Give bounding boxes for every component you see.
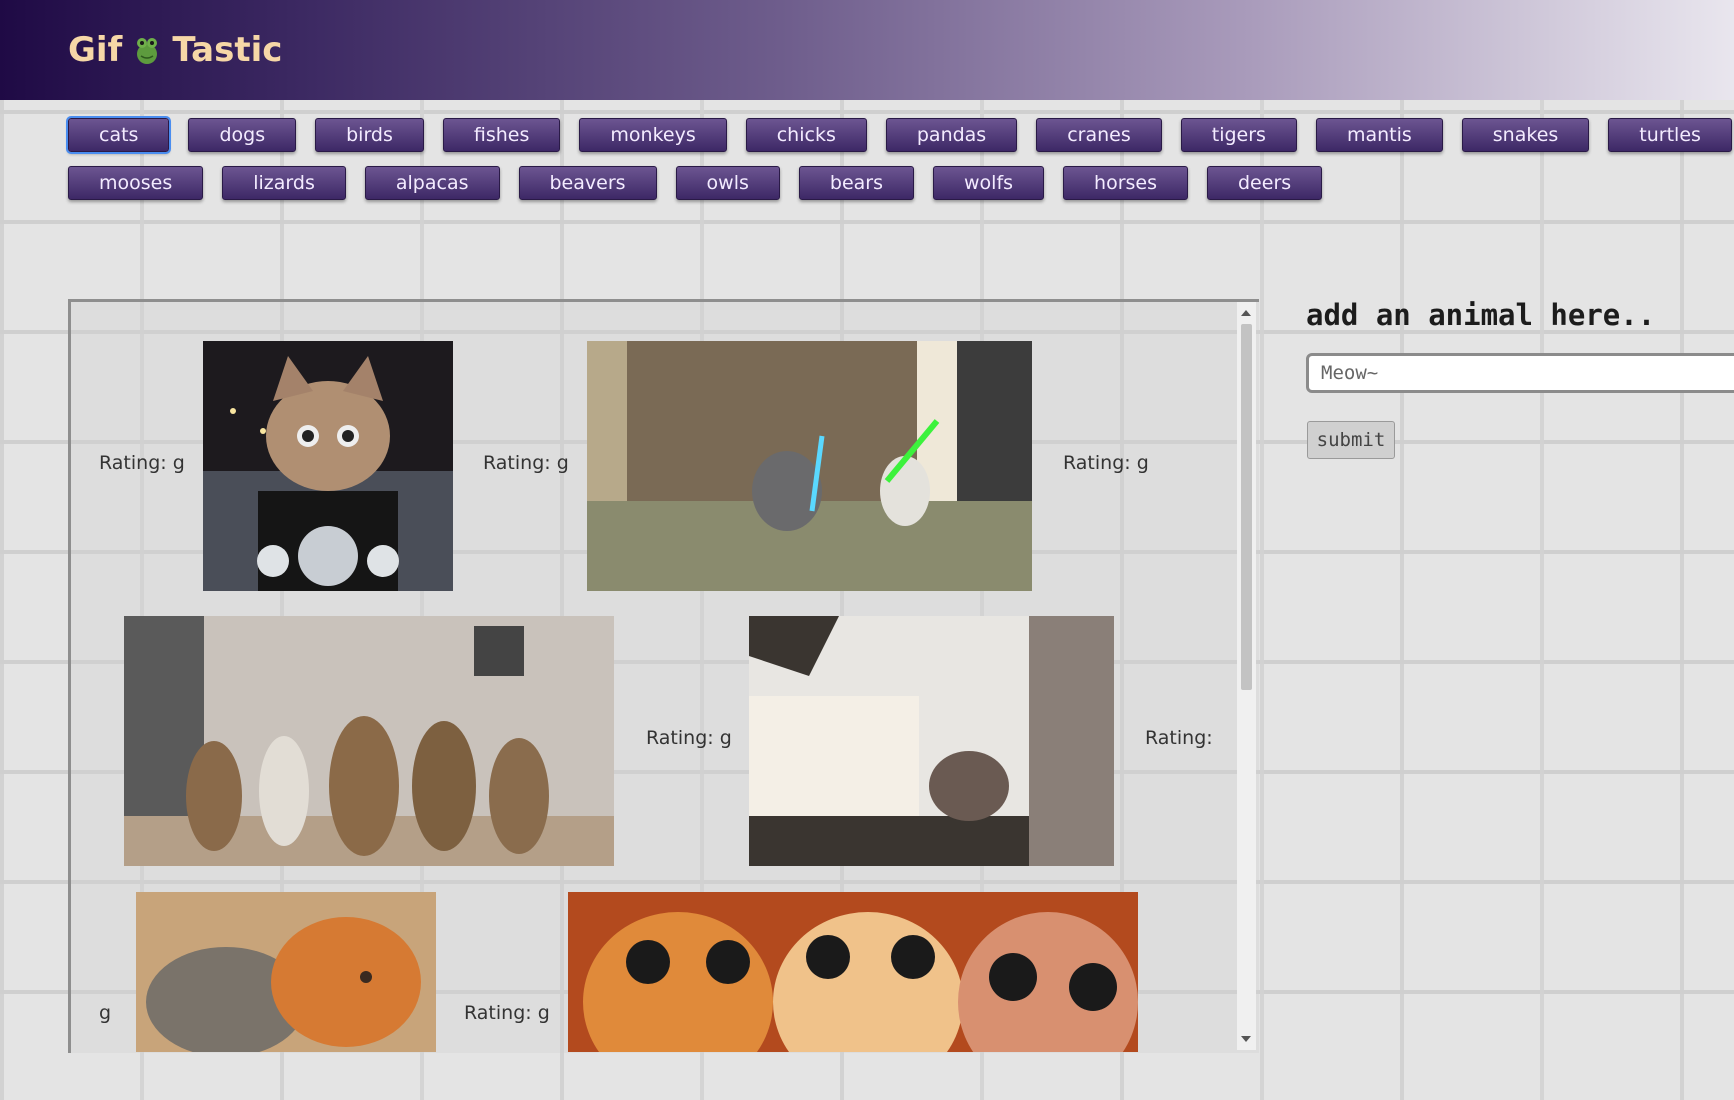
animal-button-snakes[interactable]: snakes	[1461, 118, 1590, 152]
animal-button-chicks[interactable]: chicks	[745, 118, 867, 152]
animal-button-horses[interactable]: horses	[1063, 166, 1188, 200]
animal-button-bears[interactable]: bears	[798, 166, 914, 200]
gif-image	[203, 341, 453, 591]
gif-rating: g	[99, 1002, 112, 1024]
button-row-1: cats dogs birds fishes monkeys chicks pandas cr…	[65, 116, 1732, 154]
animal-button-owls[interactable]: owls	[675, 166, 780, 200]
gif-rating: Rating:	[1145, 727, 1213, 749]
gif-image	[749, 616, 1114, 866]
add-animal-heading: add an animal here..	[1306, 298, 1656, 332]
animal-button-deers[interactable]: deers	[1207, 166, 1323, 200]
animal-button-turtles[interactable]: turtles	[1608, 118, 1732, 152]
scrollbar-thumb[interactable]	[1241, 324, 1252, 690]
gif-cat-window[interactable]	[749, 616, 1114, 866]
animal-button-dogs[interactable]: dogs	[188, 118, 297, 152]
brand-text-right: Tastic	[172, 30, 283, 70]
gif-puss-in-boots-kittens[interactable]	[568, 892, 1138, 1052]
gif-rating: Rating: g	[646, 727, 732, 749]
animal-button-mooses[interactable]: mooses	[68, 166, 204, 200]
gif-image	[587, 341, 1032, 591]
gif-rating: Rating: g	[99, 452, 185, 474]
gif-image	[568, 892, 1138, 1052]
animal-button-tigers[interactable]: tigers	[1180, 118, 1297, 152]
gif-cat-motorcycle[interactable]	[203, 341, 453, 591]
gif-results-panel[interactable]: Rating: g Rating: g Rating: g Rating: g …	[68, 299, 1259, 1053]
gif-rating: Rating: g	[483, 452, 569, 474]
animal-button-mantis[interactable]: mantis	[1315, 118, 1443, 152]
button-row-2: mooses lizards alpacas beavers owls bears wolf…	[68, 166, 1728, 200]
gif-panel-scrollbar[interactable]	[1237, 302, 1256, 1050]
gif-cats-lightsabers[interactable]	[587, 341, 1032, 591]
scroll-up-arrow-icon[interactable]	[1241, 310, 1251, 316]
gif-image	[136, 892, 436, 1052]
brand-logo: Gif Tastic	[68, 30, 282, 70]
gif-image	[124, 616, 614, 866]
animal-button-birds[interactable]: birds	[315, 118, 424, 152]
scroll-down-arrow-icon[interactable]	[1241, 1036, 1251, 1042]
animal-button-monkeys[interactable]: monkeys	[579, 118, 727, 152]
animal-button-alpacas[interactable]: alpacas	[364, 166, 500, 200]
submit-button[interactable]: submit	[1307, 421, 1395, 459]
animal-button-pandas[interactable]: pandas	[885, 118, 1018, 152]
animal-button-cranes[interactable]: cranes	[1036, 118, 1162, 152]
add-animal-input[interactable]	[1306, 353, 1734, 393]
animal-button-lizards[interactable]: lizards	[222, 166, 346, 200]
gif-kittens-looking-up[interactable]	[124, 616, 614, 866]
animal-button-fishes[interactable]: fishes	[442, 118, 561, 152]
animal-button-wolfs[interactable]: wolfs	[933, 166, 1045, 200]
animal-button-cats[interactable]: cats	[65, 116, 172, 154]
page-header: Gif Tastic	[0, 0, 1734, 100]
frog-icon	[137, 38, 158, 64]
gif-kittens-sleeping[interactable]	[136, 892, 436, 1052]
animal-button-beavers[interactable]: beavers	[518, 166, 657, 200]
animal-button-bar: cats dogs birds fishes monkeys chicks pandas cr…	[65, 116, 1732, 214]
brand-text-left: Gif	[68, 30, 123, 70]
gif-rating: Rating: g	[1063, 452, 1149, 474]
gif-rating: Rating: g	[464, 1002, 550, 1024]
